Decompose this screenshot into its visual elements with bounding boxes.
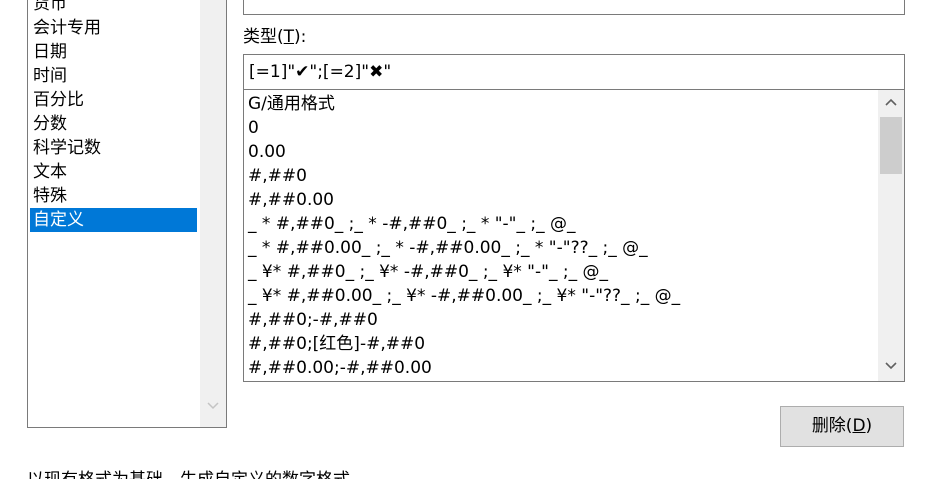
format-item[interactable]: #,##0;[红色]-#,##0 — [248, 332, 425, 356]
category-item-text[interactable]: 文本 — [30, 160, 197, 184]
scroll-thumb[interactable] — [880, 117, 902, 174]
format-item[interactable]: G/通用格式 — [248, 92, 335, 116]
chevron-down-icon[interactable] — [200, 400, 226, 414]
chevron-up-icon[interactable] — [878, 96, 904, 111]
category-item-custom[interactable]: 自定义 — [30, 208, 197, 232]
format-item[interactable]: #,##0.00 — [248, 188, 334, 212]
category-item-percentage[interactable]: 百分比 — [30, 88, 197, 112]
format-item[interactable]: #,##0.00;-#,##0.00 — [248, 356, 432, 380]
format-item[interactable]: _ ¥* #,##0_ ;_ ¥* -#,##0_ ;_ ¥* "-"_ ;_ … — [248, 260, 608, 284]
format-item[interactable]: _ * #,##0_ ;_ * -#,##0_ ;_ * "-"_ ;_ @_ — [248, 212, 576, 236]
format-item[interactable]: _ * #,##0.00_ ;_ * -#,##0.00_ ;_ * "-"??… — [248, 236, 648, 260]
format-item[interactable]: _ ¥* #,##0.00_ ;_ ¥* -#,##0.00_ ;_ ¥* "-… — [248, 284, 680, 308]
description-text: 以现有格式为基础，生成自定义的数字格式。 — [27, 468, 367, 479]
format-cells-dialog: 货币 会计专用 日期 时间 百分比 分数 科学记数 文本 特殊 自定义 类型(T… — [0, 0, 930, 479]
type-label: 类型(T): — [243, 27, 307, 47]
format-code-list[interactable]: G/通用格式 0 0.00 #,##0 #,##0.00 _ * #,##0_ … — [243, 90, 905, 382]
category-item-date[interactable]: 日期 — [30, 40, 197, 64]
sample-box — [243, 0, 905, 15]
format-item[interactable]: 0 — [248, 116, 259, 140]
category-item-fraction[interactable]: 分数 — [30, 112, 197, 136]
category-item-special[interactable]: 特殊 — [30, 184, 197, 208]
type-input[interactable]: [=1]"✔";[=2]"✖" — [243, 54, 905, 90]
category-item-currency[interactable]: 货币 — [30, 0, 197, 16]
format-item[interactable]: #,##0 — [248, 164, 307, 188]
category-item-accounting[interactable]: 会计专用 — [30, 16, 197, 40]
format-item[interactable]: 0.00 — [248, 140, 286, 164]
category-item-scientific[interactable]: 科学记数 — [30, 136, 197, 160]
format-list-scrollbar[interactable] — [878, 90, 904, 381]
chevron-down-icon[interactable] — [878, 360, 904, 375]
category-scrollbar[interactable] — [200, 0, 226, 427]
format-item[interactable]: #,##0;-#,##0 — [248, 308, 378, 332]
delete-button[interactable]: 删除(D) — [780, 406, 904, 447]
category-item-time[interactable]: 时间 — [30, 64, 197, 88]
category-list[interactable]: 货币 会计专用 日期 时间 百分比 分数 科学记数 文本 特殊 自定义 — [27, 0, 227, 428]
